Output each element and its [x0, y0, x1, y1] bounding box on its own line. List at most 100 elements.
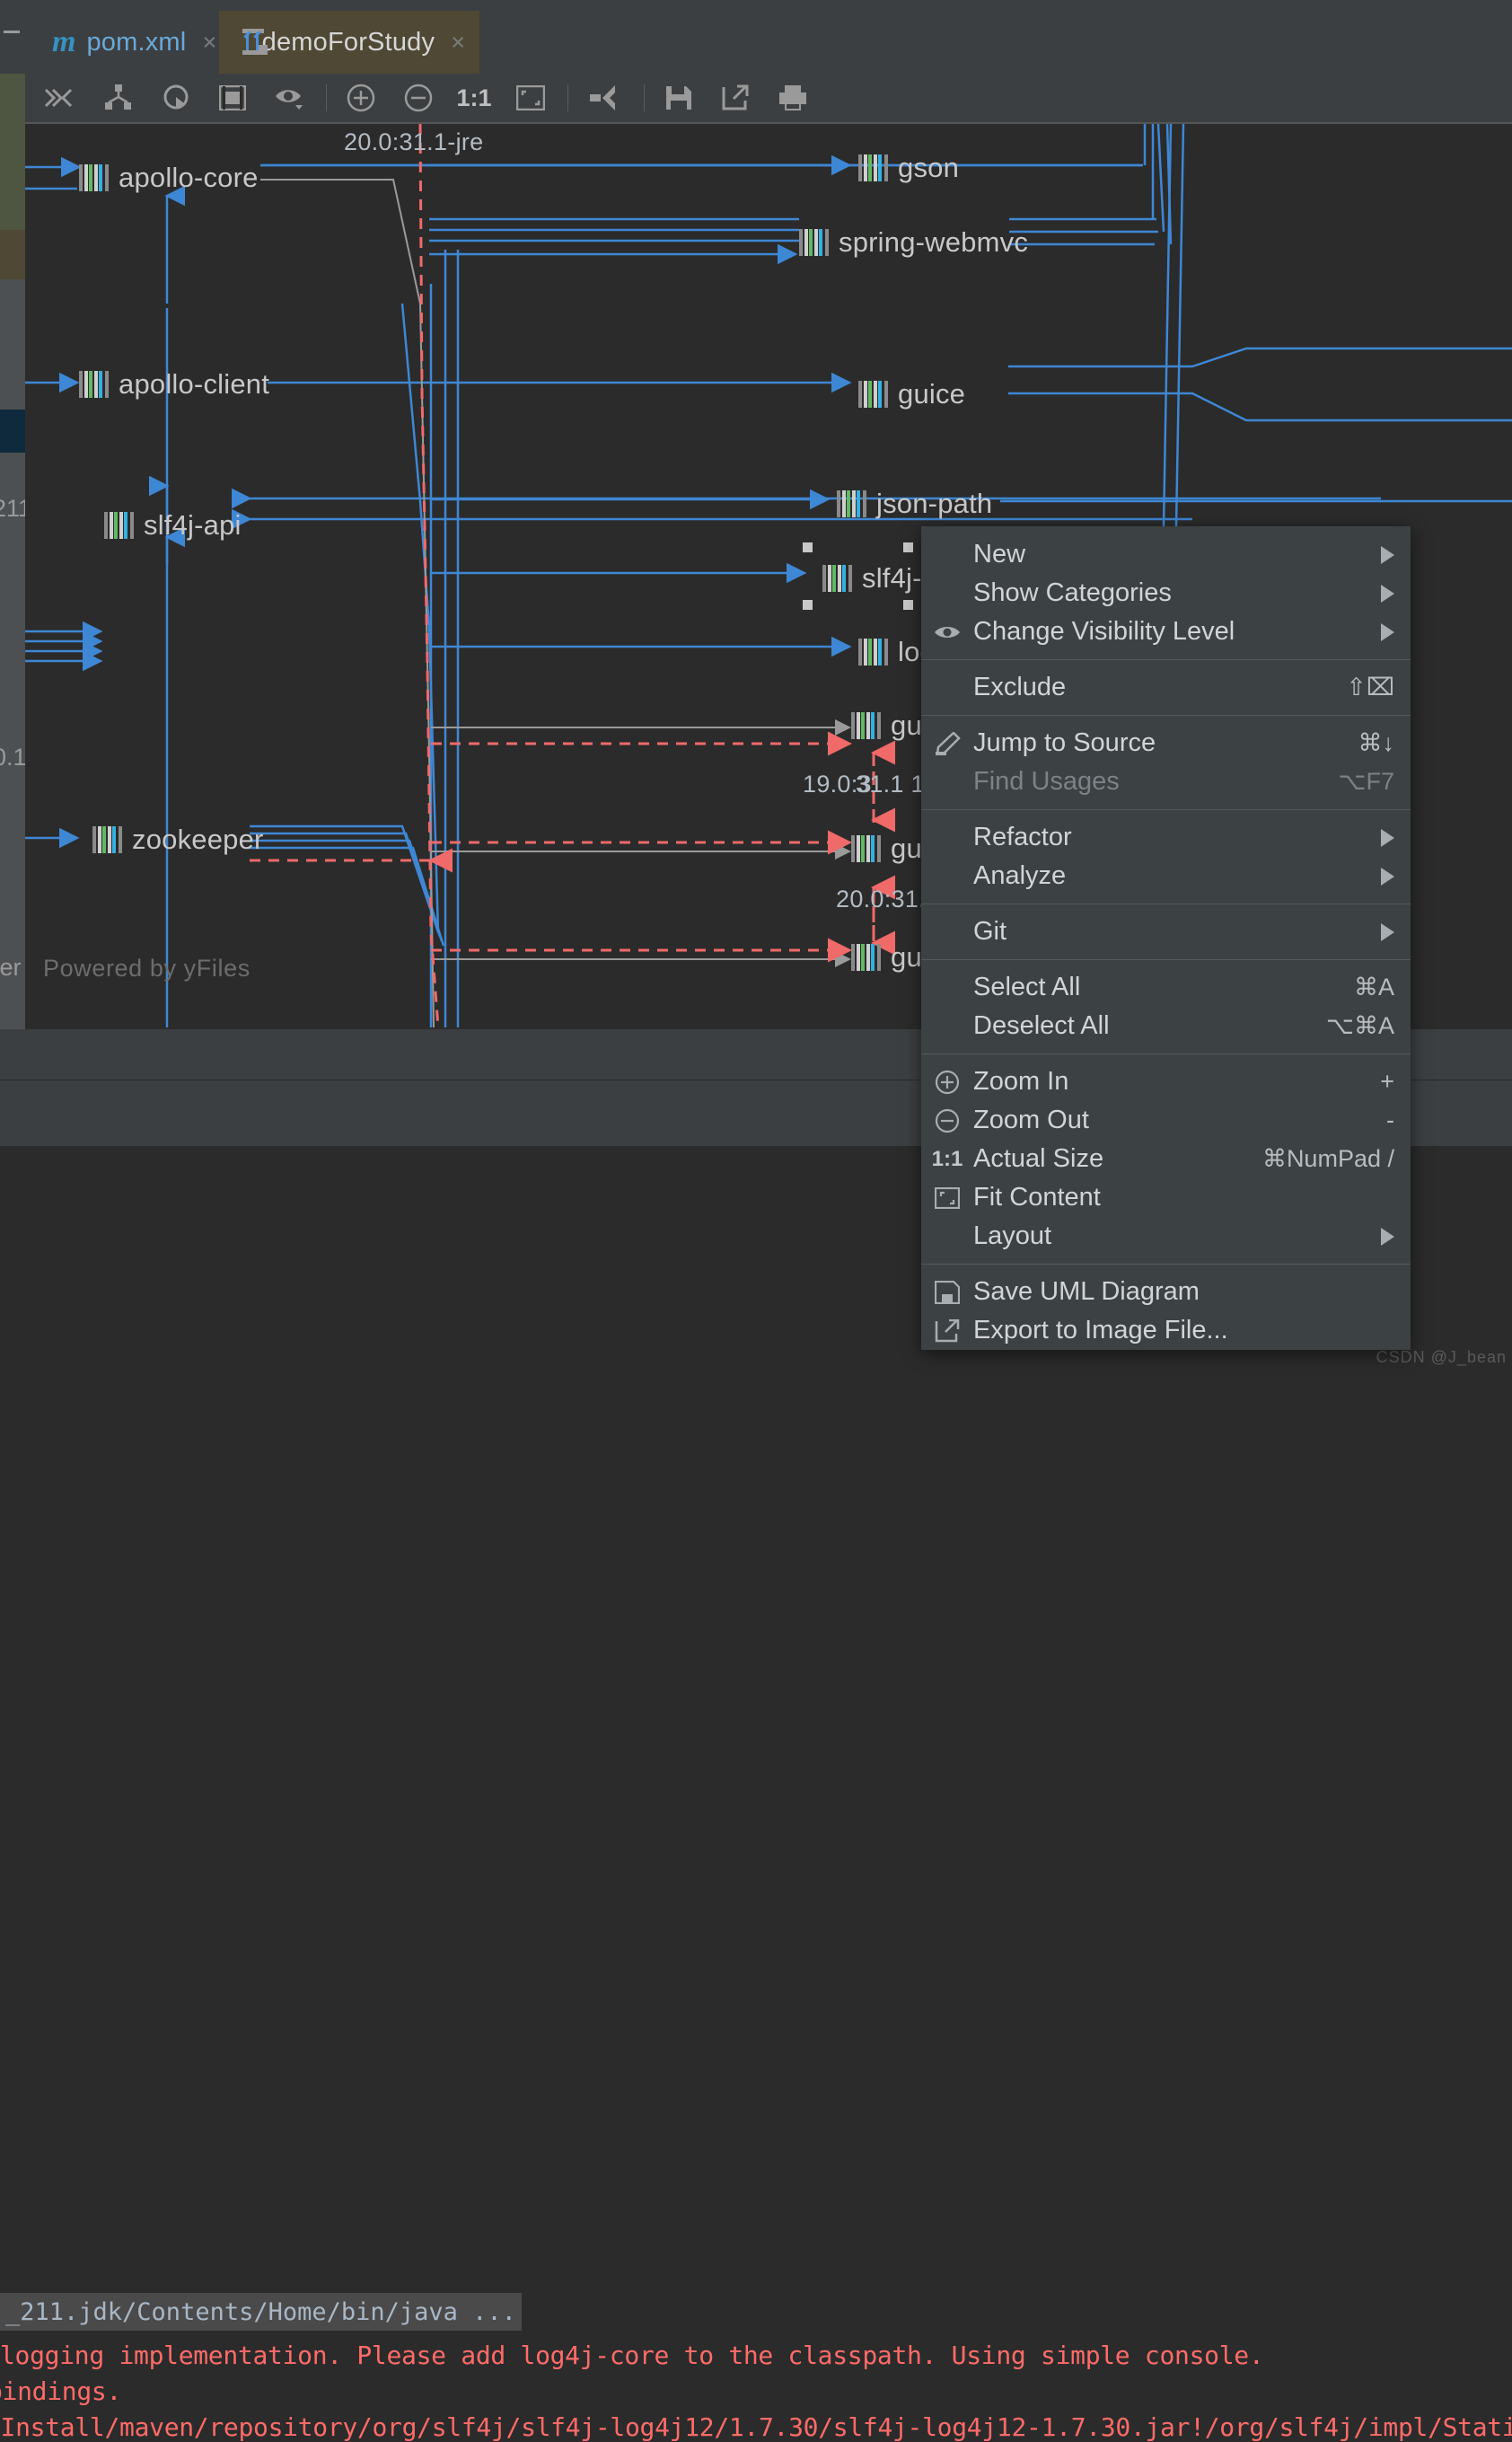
menu-item-layout[interactable]: Layout — [921, 1217, 1411, 1256]
menu-item-new[interactable]: New — [921, 535, 1411, 574]
diagram-node-json-path[interactable]: json-path — [837, 486, 992, 522]
diagram-node-slf4j-api[interactable]: slf4j-api — [104, 507, 242, 543]
menu-item-label: Zoom In — [973, 1067, 1069, 1096]
diagram-node-apollo-core[interactable]: apollo-core — [79, 160, 259, 196]
tab-demoforstudy[interactable]: demoForStudy × — [219, 11, 479, 81]
console-command-text: _211.jdk/Contents/Home/bin/java ... — [5, 2297, 516, 2326]
chevron-right-icon — [1381, 584, 1394, 603]
menu-item-label: Refactor — [973, 823, 1072, 851]
gutter-band-navy — [0, 410, 25, 453]
menu-item-label: Analyze — [973, 861, 1067, 890]
gutter-band-green — [0, 122, 25, 230]
library-icon — [858, 381, 889, 408]
menu-item-refactor[interactable]: Refactor — [921, 818, 1411, 857]
library-icon — [104, 512, 135, 539]
menu-item-find-usages: Find Usages ⌥F7 — [921, 763, 1411, 801]
console-log-line: bindings. — [0, 2376, 122, 2406]
library-icon — [851, 835, 882, 862]
diagram-node-zookeeper[interactable]: zookeeper — [92, 822, 264, 858]
csdn-watermark: CSDN @J_bean — [1376, 1348, 1507, 1366]
expand-collapse-icon[interactable] — [40, 79, 77, 117]
close-icon[interactable]: × — [202, 29, 216, 57]
show-grid-icon[interactable] — [214, 79, 251, 117]
diagram-node-spring-webmvc[interactable]: spring-webmvc — [799, 225, 1028, 260]
selection-handle[interactable] — [803, 542, 813, 552]
library-icon — [822, 565, 853, 592]
fit-content-icon[interactable] — [512, 79, 549, 117]
tab-pom-xml-label: pom.xml — [86, 27, 187, 57]
menu-item-change-visibility-level[interactable]: Change Visibility Level — [921, 613, 1411, 651]
chevron-right-icon — [1381, 622, 1394, 641]
menu-item-show-categories[interactable]: Show Categories — [921, 574, 1411, 613]
gutter-label-version: 0.1 — [0, 744, 27, 771]
collapse-icon[interactable] — [4, 31, 20, 33]
menu-item-actual-size[interactable]: 1:1 Actual Size ⌘NumPad / — [921, 1140, 1411, 1178]
diagram-node-gson[interactable]: gson — [858, 150, 959, 186]
node-label: guice — [898, 378, 966, 410]
menu-item-select-all[interactable]: Select All ⌘A — [921, 968, 1411, 1007]
diagram-context-menu[interactable]: New Show Categories Change Visibility Leve… — [921, 526, 1411, 1350]
diagram-node-slf4j-log[interactable]: slf4j-l — [822, 560, 928, 596]
library-icon — [79, 371, 110, 398]
edge-version-label: 20.0:31. — [836, 886, 926, 912]
library-icon — [858, 639, 889, 666]
selection-handle[interactable] — [903, 600, 913, 610]
visibility-icon[interactable] — [271, 79, 309, 117]
menu-item-deselect-all[interactable]: Deselect All ⌥⌘A — [921, 1007, 1411, 1045]
diagram-node-guice-2[interactable]: gu — [851, 831, 922, 867]
menu-item-save-uml-diagram[interactable]: Save UML Diagram — [921, 1273, 1411, 1311]
zoom-in-icon[interactable] — [342, 79, 380, 117]
node-label: gu — [891, 833, 922, 864]
chevron-right-icon — [1381, 922, 1394, 941]
menu-item-shortcut: ⌥F7 — [1338, 768, 1394, 795]
menu-item-zoom-in[interactable]: Zoom In + — [921, 1062, 1411, 1101]
menu-item-label: Deselect All — [973, 1011, 1110, 1040]
menu-item-export-to-image-file[interactable]: Export to Image File... — [921, 1311, 1411, 1350]
menu-item-label: Actual Size — [973, 1144, 1104, 1173]
analyze-graph-icon[interactable] — [158, 79, 196, 117]
selection-handle[interactable] — [903, 542, 913, 552]
console-log-line: eInstall/maven/repository/org/slf4j/slf4… — [0, 2412, 1512, 2442]
node-label: apollo-client — [119, 368, 270, 400]
diagram-node-guice-1[interactable]: gu — [851, 708, 922, 744]
diagram-node-apollo-client[interactable]: apollo-client — [79, 366, 269, 402]
node-label: zookeeper — [132, 824, 264, 855]
export-icon — [921, 1318, 973, 1343]
save-icon — [921, 1280, 973, 1304]
menu-item-shortcut: ⌥⌘A — [1325, 1012, 1394, 1039]
diagram-node-guice-3[interactable]: gu — [851, 939, 922, 975]
close-icon[interactable]: × — [451, 29, 465, 57]
layout-icon[interactable] — [585, 79, 623, 117]
node-label: spring-webmvc — [839, 226, 1029, 258]
actual-size-icon[interactable]: 1:1 — [455, 79, 493, 117]
show-structure-icon[interactable] — [99, 79, 136, 117]
menu-item-label: Exclude — [973, 673, 1067, 701]
menu-item-jump-to-source[interactable]: Jump to Source ⌘↓ — [921, 724, 1411, 763]
zoom-out-icon[interactable] — [400, 79, 437, 117]
menu-item-fit-content[interactable]: Fit Content — [921, 1178, 1411, 1217]
menu-item-exclude[interactable]: Exclude ⇧⌧ — [921, 668, 1411, 707]
library-icon — [79, 164, 110, 191]
left-gutter — [0, 122, 25, 1029]
chevron-right-icon — [1381, 828, 1394, 847]
diagram-toolbar: 1:1 — [0, 74, 1512, 122]
zoom-out-icon — [921, 1108, 973, 1133]
selection-handle[interactable] — [803, 600, 813, 610]
chevron-right-icon — [1381, 1227, 1394, 1246]
actual-size-icon: 1:1 — [931, 1146, 963, 1171]
menu-item-git[interactable]: Git — [921, 912, 1411, 951]
diagram-node-guice[interactable]: guice — [858, 376, 965, 412]
node-label: json-path — [876, 488, 993, 519]
export-image-icon[interactable] — [716, 79, 754, 117]
gutter-band-olive — [0, 230, 25, 279]
node-label: apollo-core — [119, 162, 259, 193]
library-icon — [851, 712, 882, 739]
tab-pom-xml[interactable]: m pom.xml × — [32, 11, 219, 74]
print-icon[interactable] — [774, 79, 812, 117]
menu-item-label: Change Visibility Level — [973, 617, 1235, 646]
node-label: slf4j-l — [862, 562, 928, 594]
menu-item-analyze[interactable]: Analyze — [921, 857, 1411, 895]
menu-item-zoom-out[interactable]: Zoom Out - — [921, 1101, 1411, 1140]
save-diagram-icon[interactable] — [660, 79, 698, 117]
zoom-in-icon — [921, 1070, 973, 1095]
